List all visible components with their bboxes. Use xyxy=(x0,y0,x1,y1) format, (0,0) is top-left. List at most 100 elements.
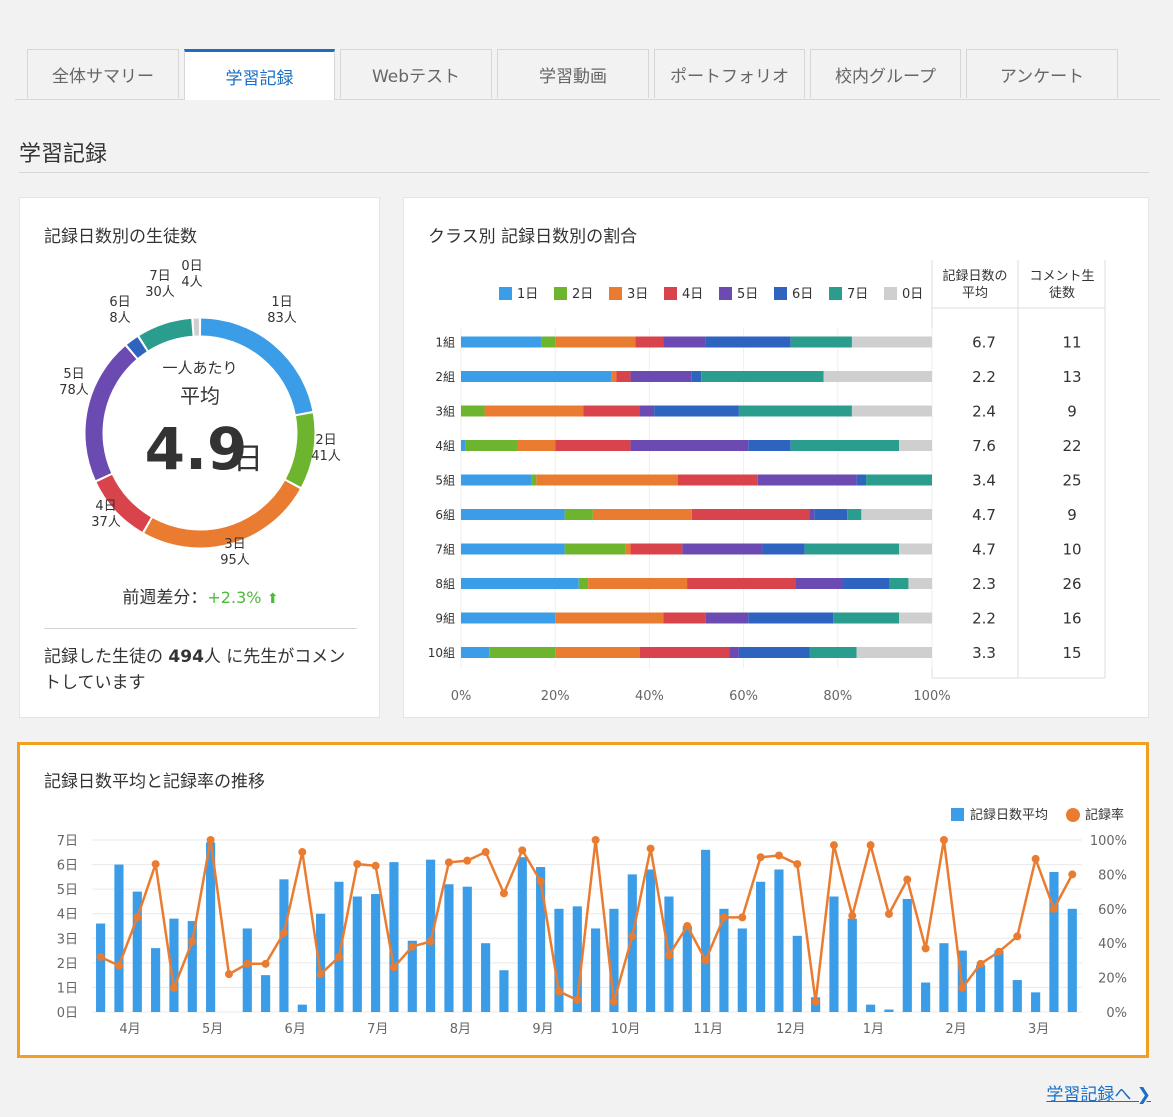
bar-segment xyxy=(705,336,791,348)
bar-segment xyxy=(588,578,688,589)
legend-label: 記録日数平均 xyxy=(970,807,1048,823)
trend-bar xyxy=(921,982,931,1012)
record-rate-point xyxy=(206,836,215,844)
avg-days-value: 2.4 xyxy=(972,403,996,421)
tab-bar: 全体サマリー 学習記録 Webテスト 学習動画 ポートフォリオ 校内グループ ア… xyxy=(15,49,1160,100)
record-rate-point xyxy=(243,959,252,968)
tab-label: Webテスト xyxy=(371,66,461,87)
record-rate-point xyxy=(133,913,142,922)
bar-segment xyxy=(461,440,466,451)
bar-segment xyxy=(809,647,857,658)
trend-bar xyxy=(517,857,527,1012)
tab-summary[interactable]: 全体サマリー xyxy=(27,49,179,98)
segment-count: 37人 xyxy=(91,515,121,530)
y-left-tick: 1日 xyxy=(57,981,78,996)
x-tick-label: 6月 xyxy=(285,1022,306,1037)
bar-segment xyxy=(814,509,848,520)
trend-bar xyxy=(481,943,491,1012)
bar-segment xyxy=(851,336,932,348)
bar-segment xyxy=(564,543,626,555)
record-rate-point xyxy=(334,952,343,961)
record-rate-point xyxy=(701,956,710,965)
record-rate-point xyxy=(371,861,380,870)
tab-label: 学習記録 xyxy=(225,68,294,89)
record-rate-point xyxy=(1068,870,1077,879)
tab-learning-video[interactable]: 学習動画 xyxy=(497,49,649,98)
bar-segment xyxy=(555,612,664,624)
legend-swatch xyxy=(609,287,622,300)
record-rate-point xyxy=(1031,854,1040,863)
record-rate-point xyxy=(591,836,600,844)
trend-bar xyxy=(847,918,857,1012)
bar-segment xyxy=(555,336,636,348)
record-rate-point xyxy=(261,959,270,968)
bar-segment xyxy=(889,578,909,589)
average-value: 4.9 xyxy=(145,415,248,483)
row-label: 7組 xyxy=(435,543,455,557)
trend-bar xyxy=(829,896,839,1012)
bar-segment xyxy=(899,440,932,451)
record-rate-point xyxy=(353,860,362,869)
x-tick-label: 1月 xyxy=(863,1022,884,1037)
weekly-diff: 前週差分：+2.3% ⬆ xyxy=(20,583,381,608)
bar-segment xyxy=(461,612,556,624)
bar-segment xyxy=(578,578,589,589)
x-tick-label: 40% xyxy=(635,689,664,704)
segment-count: 78人 xyxy=(59,383,89,398)
x-tick-label: 7月 xyxy=(367,1022,388,1037)
average-unit: 日 xyxy=(233,442,263,477)
divider xyxy=(19,172,1149,173)
column-header: コメント生 xyxy=(1029,269,1094,284)
record-rate-point xyxy=(756,853,765,862)
bar-segment xyxy=(757,474,857,486)
row-label: 4組 xyxy=(435,439,455,453)
y-left-tick: 7日 xyxy=(57,834,78,849)
legend-swatch xyxy=(884,287,897,300)
donut-segment xyxy=(144,480,300,548)
bar-segment xyxy=(705,612,749,624)
bar-segment xyxy=(461,647,490,658)
record-rate-point xyxy=(408,942,417,951)
y-left-tick: 2日 xyxy=(57,957,78,972)
bar-segment xyxy=(654,405,739,417)
record-rate-point xyxy=(316,970,325,979)
trend-bar xyxy=(902,898,912,1012)
bar-segment xyxy=(536,474,678,486)
tab-school-group[interactable]: 校内グループ xyxy=(810,49,961,98)
donut-segment xyxy=(139,318,193,351)
record-rate-point xyxy=(921,944,930,953)
tab-label: 学習動画 xyxy=(539,66,607,87)
x-tick-label: 2月 xyxy=(945,1022,966,1037)
record-rate-point xyxy=(554,987,563,996)
tab-web-test[interactable]: Webテスト xyxy=(340,49,492,98)
bar-segment xyxy=(691,371,702,382)
row-label: 5組 xyxy=(435,474,455,488)
tab-survey[interactable]: アンケート xyxy=(966,49,1118,98)
learning-record-link[interactable]: 学習記録へ ❯ xyxy=(1046,1080,1151,1105)
x-tick-label: 0% xyxy=(451,689,472,704)
y-right-tick: 80% xyxy=(1098,868,1127,883)
trend-bar xyxy=(352,896,362,1012)
record-rate-point xyxy=(884,909,893,918)
x-tick-label: 60% xyxy=(729,689,758,704)
row-label: 3組 xyxy=(435,405,455,419)
y-right-tick: 100% xyxy=(1090,834,1127,849)
bar-segment xyxy=(866,474,932,486)
bar-segment xyxy=(861,509,932,520)
tab-learning-record[interactable]: 学習記録 xyxy=(184,49,335,100)
legend-label: 4日 xyxy=(682,287,703,302)
record-rate-point xyxy=(499,889,508,898)
comment-count-value: 9 xyxy=(1067,506,1077,524)
trend-bar xyxy=(462,886,472,1012)
trend-bar xyxy=(114,864,124,1012)
bar-segment xyxy=(611,371,617,382)
divider xyxy=(44,628,357,629)
trend-bar xyxy=(884,1009,894,1012)
bar-segment xyxy=(729,647,739,658)
bar-segment xyxy=(856,647,932,658)
trend-bar xyxy=(994,950,1004,1012)
segment-count: 83人 xyxy=(267,311,297,326)
tab-label: 校内グループ xyxy=(835,66,936,87)
bar-segment xyxy=(635,336,664,348)
tab-portfolio[interactable]: ポートフォリオ xyxy=(654,49,805,98)
